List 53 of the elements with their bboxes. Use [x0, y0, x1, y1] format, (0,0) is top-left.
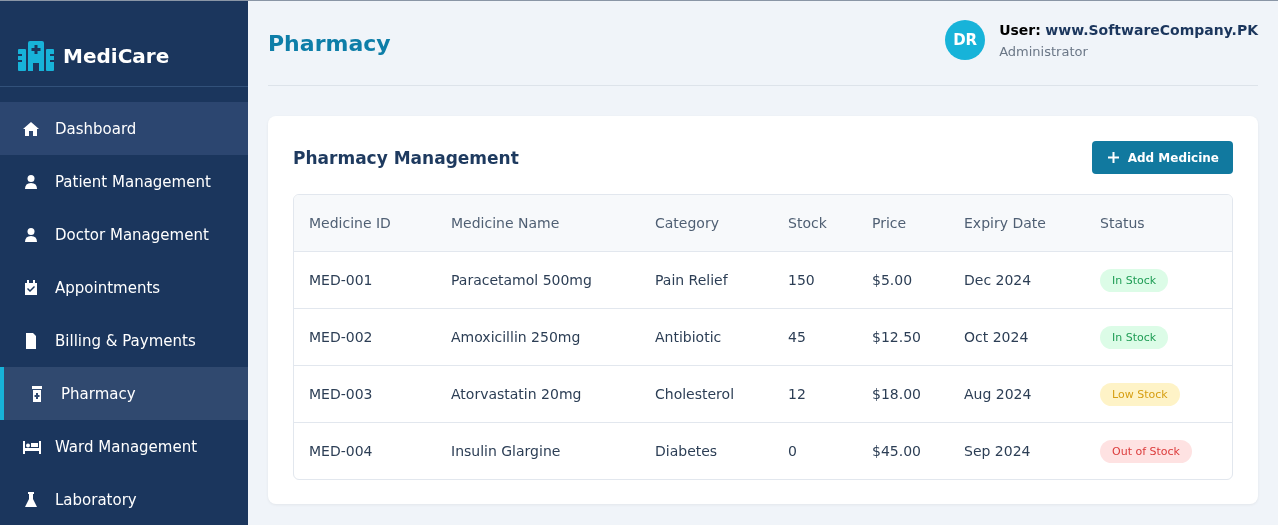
hospital-icon	[18, 40, 54, 71]
column-header: Category	[655, 215, 720, 231]
sidebar-item[interactable]: Ward Management	[0, 420, 248, 473]
column-header: Price	[872, 215, 908, 231]
table-cell-text: MED-001	[309, 272, 374, 288]
table-cell-text: $18.00	[872, 386, 922, 402]
table-cell-text: Sep 2024	[964, 443, 1032, 459]
table-cell-text: Amoxicillin 250mg	[451, 329, 582, 345]
table-cell-text: Atorvastatin 20mg	[451, 386, 583, 402]
user-name: User: www.SoftwareCompany.PK	[999, 21, 1258, 38]
table-cell-text: MED-003	[309, 386, 374, 402]
sidebar-item[interactable]: Patient Management	[0, 155, 248, 208]
table-cell-text: 150	[788, 272, 816, 288]
column-header: Expiry Date	[964, 215, 1047, 231]
table-cell-text: 45	[788, 329, 807, 345]
status-badge: Low Stock	[1100, 382, 1180, 406]
sidebar-item[interactable]: Doctor Management	[0, 208, 248, 261]
table-cell-text: MED-002	[309, 329, 374, 345]
table-cell-text: Oct 2024	[964, 329, 1030, 345]
status-badge: In Stock	[1100, 268, 1169, 292]
table-cell-text: Insulin Glargine	[451, 443, 562, 459]
page-title: Pharmacy	[268, 30, 391, 56]
table-cell-text: 12	[788, 386, 807, 402]
sidebar-item[interactable]: Appointments	[0, 261, 248, 314]
home-icon	[23, 120, 41, 137]
add-medicine-button[interactable]: Add Medicine	[1091, 141, 1233, 174]
bed-icon	[23, 438, 41, 455]
table-cell-text: Antibiotic	[655, 329, 723, 345]
table-cell-text: 0	[788, 443, 798, 459]
table-cell-text: Aug 2024	[964, 386, 1033, 402]
sidebar-item[interactable]: Billing & Payments	[0, 314, 248, 367]
column-header: Medicine Name	[451, 215, 561, 231]
table-cell-text: $12.50	[872, 329, 922, 345]
column-header: Medicine ID	[309, 215, 392, 231]
status-badge: Out of Stock	[1100, 439, 1192, 463]
status-badge: In Stock	[1100, 325, 1169, 349]
user-role: Administrator	[999, 43, 1089, 59]
table-cell-text: Cholesterol	[655, 386, 736, 402]
table-cell-text: Diabetes	[655, 443, 719, 459]
card-title: Pharmacy Management	[293, 147, 519, 168]
sidebar-item[interactable]: Pharmacy	[0, 367, 248, 420]
table-cell-text: MED-004	[309, 443, 374, 459]
app-name: MediCare	[63, 43, 170, 68]
table-cell-text: Pain Relief	[655, 272, 729, 288]
column-header: Stock	[788, 215, 828, 231]
table-cell-text: $5.00	[872, 272, 914, 288]
plus-icon	[1107, 152, 1119, 163]
sidebar-item[interactable]: Laboratory	[0, 473, 248, 525]
table-cell-text: Dec 2024	[964, 272, 1033, 288]
sidebar-item[interactable]: Dashboard	[0, 102, 248, 155]
column-header: Status	[1100, 215, 1146, 231]
table-cell-text: $45.00	[872, 443, 922, 459]
table-cell-text: Paracetamol 500mg	[451, 272, 593, 288]
